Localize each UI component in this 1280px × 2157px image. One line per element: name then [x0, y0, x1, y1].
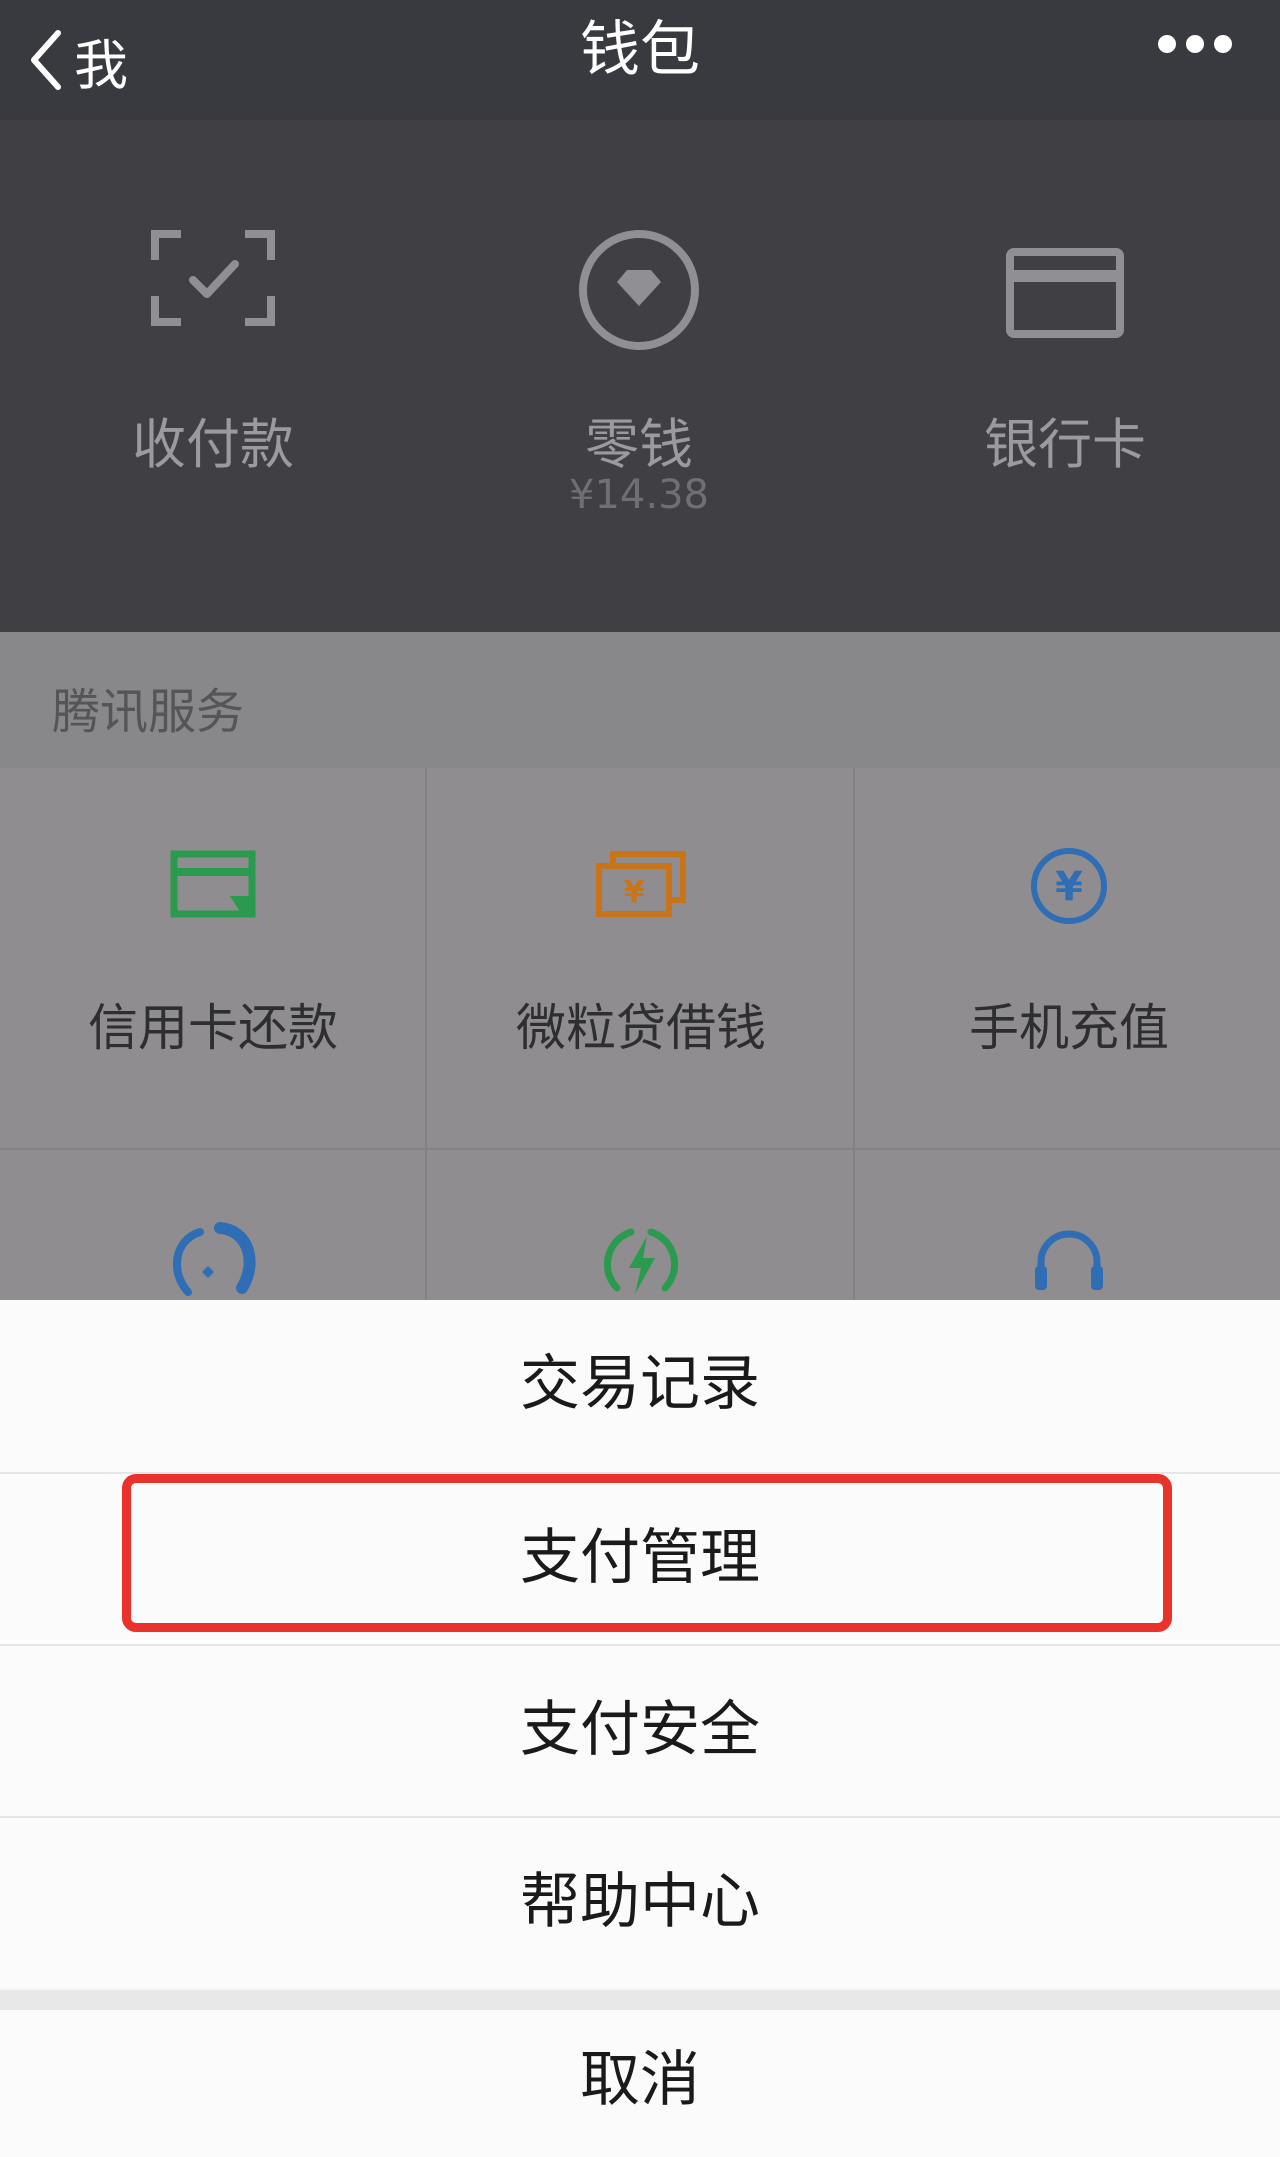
- tencent-charity-icon: [172, 1222, 256, 1296]
- action-sheet: 交易记录 支付管理 支付安全 帮助中心 取消: [0, 1300, 1280, 2157]
- service-weilidai-loan[interactable]: ¥ 微粒贷借钱: [428, 768, 854, 1148]
- wallet-item-change[interactable]: 零钱 ¥14.38: [426, 120, 852, 632]
- bank-card-icon: [1006, 248, 1124, 338]
- sheet-cancel-button[interactable]: 取消: [0, 2010, 1280, 2157]
- sheet-separator: [0, 1990, 1280, 2010]
- headset-service-icon: [1035, 1230, 1103, 1290]
- sheet-item-payment-security[interactable]: 支付安全: [0, 1644, 1280, 1816]
- service-label: 信用卡还款: [88, 999, 338, 1057]
- phone-recharge-yuan-icon: ¥: [1031, 848, 1107, 924]
- services-title: 腾讯服务: [52, 684, 245, 740]
- more-dot-icon: [1158, 35, 1176, 53]
- more-dot-icon: [1186, 35, 1204, 53]
- wallet-item-label: 零钱: [585, 413, 693, 476]
- change-balance: ¥14.38: [569, 472, 709, 518]
- loan-cash-icon: ¥: [596, 851, 686, 917]
- wallet-screen: 我 钱包 收付款 零钱 ¥14.38 银行卡 腾讯服务 信用卡还款 ¥ 微粒贷借…: [0, 0, 1280, 2157]
- service-label: 手机充值: [969, 999, 1169, 1057]
- credit-card-repay-icon: [170, 850, 256, 918]
- diamond-coin-icon: [579, 230, 699, 350]
- wallet-item-pay-receive[interactable]: 收付款: [0, 120, 426, 632]
- sheet-item-payment-management[interactable]: 支付管理: [0, 1472, 1280, 1644]
- service-credit-card-repay[interactable]: 信用卡还款: [0, 768, 426, 1148]
- service-label: 微粒贷借钱: [516, 999, 766, 1057]
- wallet-item-label: 收付款: [132, 413, 294, 476]
- svg-text:¥: ¥: [1055, 864, 1083, 910]
- wallet-item-bank-card[interactable]: 银行卡: [852, 120, 1278, 632]
- lightning-utility-icon: [603, 1228, 679, 1294]
- more-options-button[interactable]: [1158, 34, 1232, 54]
- more-dot-icon: [1214, 35, 1232, 53]
- page-title: 钱包: [580, 15, 700, 85]
- wallet-item-label: 银行卡: [984, 413, 1146, 476]
- top-nav-bar: 我 钱包: [0, 0, 1280, 120]
- scan-check-icon: [151, 230, 275, 326]
- service-phone-recharge[interactable]: ¥ 手机充值: [856, 768, 1280, 1148]
- grid-divider: [0, 1148, 1280, 1150]
- svg-text:¥: ¥: [624, 875, 645, 910]
- sheet-item-help-center[interactable]: 帮助中心: [0, 1816, 1280, 1988]
- wallet-header: 收付款 零钱 ¥14.38 银行卡: [0, 120, 1280, 632]
- services-header: 腾讯服务: [0, 632, 1280, 768]
- sheet-item-transaction-records[interactable]: 交易记录: [0, 1300, 1280, 1472]
